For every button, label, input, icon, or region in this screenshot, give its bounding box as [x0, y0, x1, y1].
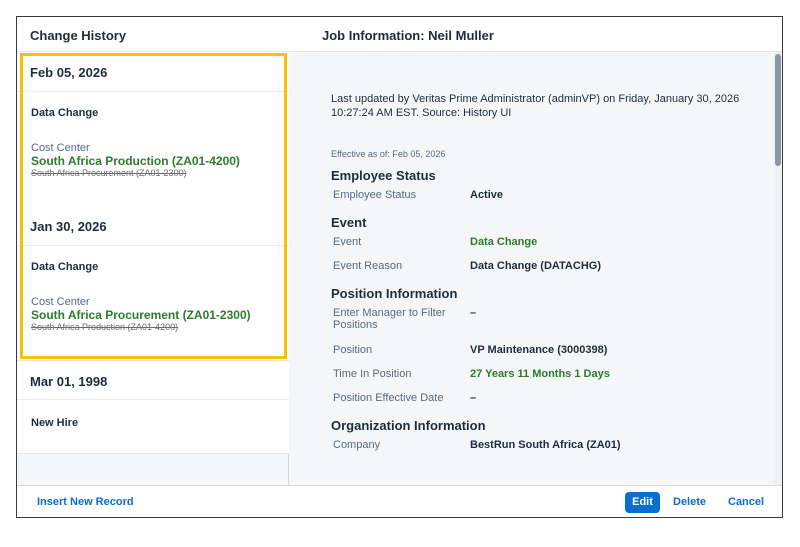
delete-button[interactable]: Delete	[673, 496, 706, 508]
field-value: Data Change (DATACHG)	[470, 260, 601, 272]
history-entry[interactable]: Jan 30, 2026 Data Change Cost Center Sou…	[17, 206, 289, 360]
section-position-information: Position Information	[331, 286, 458, 301]
history-list: Feb 05, 2026 Data Change Cost Center Sou…	[17, 52, 289, 454]
new-value: South Africa Procurement (ZA01-2300)	[31, 308, 251, 322]
section-organization-information: Organization Information	[331, 418, 486, 433]
field-employee-status: Employee Status Active	[331, 189, 774, 213]
field-position: Position VP Maintenance (3000398)	[331, 344, 774, 368]
field-label: Position Effective Date	[333, 392, 444, 404]
changed-field-label: Cost Center	[31, 142, 90, 154]
event-title: Data Change	[31, 107, 99, 119]
event-title: Data Change	[31, 261, 99, 273]
history-date: Jan 30, 2026	[17, 206, 289, 246]
field-label: Event	[333, 236, 362, 248]
new-value: South Africa Production (ZA01-4200)	[31, 154, 240, 168]
insert-new-record-link[interactable]: Insert New Record	[37, 496, 134, 508]
scrollbar-thumb[interactable]	[775, 54, 781, 166]
section-employee-status: Employee Status	[331, 168, 436, 183]
change-history-title: Change History	[17, 17, 289, 52]
vertical-scrollbar[interactable]	[774, 52, 782, 485]
cancel-button[interactable]: Cancel	[728, 496, 764, 508]
field-company: Company BestRun South Africa (ZA01)	[331, 439, 774, 463]
history-date: Feb 05, 2026	[17, 52, 289, 92]
job-details: Last updated by Veritas Prime Administra…	[289, 52, 774, 463]
field-label: Employee Status	[333, 189, 417, 201]
field-label: Enter Manager to Filter Positions	[333, 307, 446, 331]
history-event: Data Change Cost Center South Africa Pro…	[17, 92, 289, 206]
edit-button[interactable]: Edit	[625, 492, 660, 513]
history-date: Mar 01, 1998	[17, 360, 289, 400]
field-time-in-position: Time In Position 27 Years 11 Months 1 Da…	[331, 368, 774, 392]
change-history-panel: Change History Feb 05, 2026 Data Change …	[17, 17, 289, 485]
field-value: Data Change	[470, 236, 538, 248]
job-information-panel: Job Information: Neil Muller Last update…	[289, 17, 782, 485]
changed-field-label: Cost Center	[31, 296, 90, 308]
field-value: BestRun South Africa (ZA01)	[470, 439, 621, 451]
change-history-dialog: Change History Feb 05, 2026 Data Change …	[16, 16, 783, 518]
field-position-effective-date: Position Effective Date –	[331, 392, 774, 416]
field-value: –	[470, 392, 477, 404]
field-value: Active	[470, 189, 504, 201]
field-value: 27 Years 11 Months 1 Days	[470, 368, 610, 380]
field-label: Event Reason	[333, 260, 403, 272]
history-entry[interactable]: Mar 01, 1998 New Hire	[17, 360, 289, 454]
section-event: Event	[331, 215, 367, 230]
history-event: Data Change Cost Center South Africa Pro…	[17, 246, 289, 360]
effective-date: Effective as of: Feb 05, 2026	[331, 149, 446, 159]
job-information-title: Job Information: Neil Muller	[289, 17, 782, 52]
field-value: –	[470, 307, 477, 319]
field-label: Company	[333, 439, 381, 451]
field-value: VP Maintenance (3000398)	[470, 344, 608, 356]
old-value: South Africa Procurement (ZA01-2300)	[31, 168, 187, 178]
last-updated-text: Last updated by Veritas Prime Administra…	[331, 93, 740, 119]
event-title: New Hire	[17, 400, 289, 454]
field-label: Time In Position	[333, 368, 412, 380]
old-value: South Africa Production (ZA01-4200)	[31, 322, 179, 332]
field-event: Event Data Change	[331, 236, 774, 260]
field-manager-filter: Enter Manager to Filter Positions –	[331, 307, 774, 344]
field-label: Position	[333, 344, 373, 356]
dialog-footer: Insert New Record Edit Delete Cancel	[17, 485, 782, 517]
history-entry[interactable]: Feb 05, 2026 Data Change Cost Center Sou…	[17, 52, 289, 206]
field-event-reason: Event Reason Data Change (DATACHG)	[331, 260, 774, 284]
